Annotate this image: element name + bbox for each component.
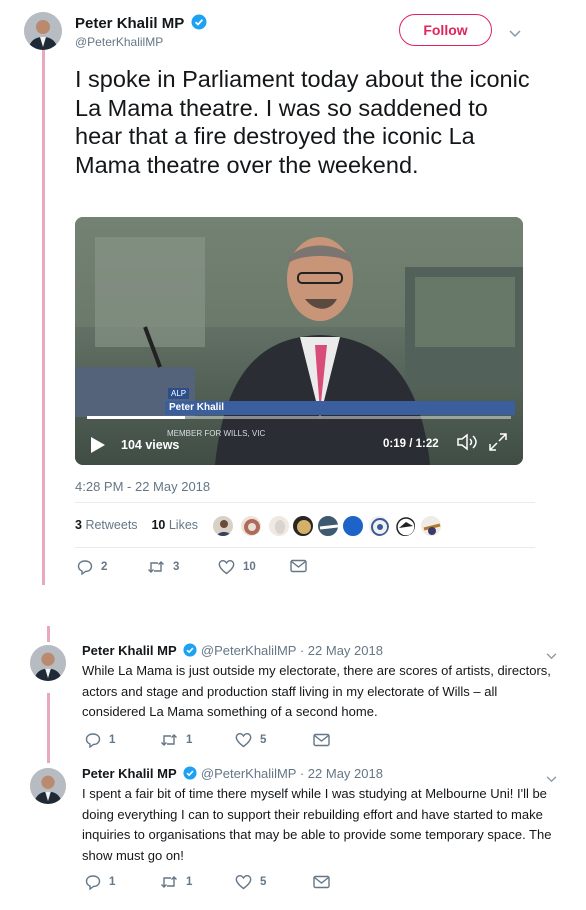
lower-third-title: MEMBER FOR WILLS, VIC xyxy=(167,429,266,438)
liker-avatar[interactable] xyxy=(212,515,234,537)
envelope-icon xyxy=(313,875,330,889)
likes-stat[interactable]: 10 Likes xyxy=(151,518,198,532)
like-button[interactable]: 5 xyxy=(235,874,266,890)
reply-header: Peter Khalil MP @PeterKhalilMP · 22 May … xyxy=(82,766,383,783)
reply-count: 2 xyxy=(101,561,108,573)
envelope-icon xyxy=(290,559,307,573)
retweet-icon xyxy=(161,734,177,746)
message-button[interactable] xyxy=(290,559,315,573)
thread-line-replies-top xyxy=(47,626,50,642)
heart-icon xyxy=(235,732,252,748)
verified-badge-icon xyxy=(183,643,197,660)
video-player[interactable]: ALP Peter Khalil MEMBER FOR WILLS, VIC 1… xyxy=(75,217,523,465)
envelope-icon xyxy=(313,733,330,747)
divider xyxy=(75,547,535,548)
reply-button[interactable]: 1 xyxy=(85,874,115,890)
display-name[interactable]: Peter Khalil MP xyxy=(75,15,184,32)
liker-avatar[interactable] xyxy=(394,515,416,537)
video-time: 0:19 / 1:22 xyxy=(383,438,439,450)
reply-date[interactable]: · 22 May 2018 xyxy=(300,766,383,781)
verified-badge-icon xyxy=(183,766,197,783)
like-button[interactable]: 10 xyxy=(218,559,256,575)
retweet-count: 1 xyxy=(186,734,193,746)
liker-avatar[interactable] xyxy=(240,515,262,537)
progress-fill xyxy=(87,416,185,419)
like-button[interactable]: 5 xyxy=(235,732,266,748)
retweet-button[interactable]: 1 xyxy=(160,874,192,890)
reply-count: 1 xyxy=(109,876,116,888)
like-count: 5 xyxy=(260,734,267,746)
retweets-count: 3 xyxy=(75,518,82,532)
avatar[interactable] xyxy=(30,645,66,681)
view-count: 104 views xyxy=(121,438,180,452)
handle[interactable]: @PeterKhalilMP xyxy=(75,35,163,49)
message-button[interactable] xyxy=(313,875,338,889)
fullscreen-icon[interactable] xyxy=(489,433,507,456)
reply-text: While La Mama is just outside my elector… xyxy=(82,663,551,719)
verified-badge-icon xyxy=(191,14,207,34)
like-count: 5 xyxy=(260,876,267,888)
display-name[interactable]: Peter Khalil MP xyxy=(82,766,177,781)
heart-icon xyxy=(218,559,235,575)
liker-avatar[interactable] xyxy=(268,515,290,537)
progress-track[interactable] xyxy=(87,416,511,419)
reply-count: 1 xyxy=(109,734,116,746)
engagement-stats: 3 Retweets 10 Likes xyxy=(75,518,198,532)
handle[interactable]: @PeterKhalilMP xyxy=(201,766,296,781)
liker-avatar[interactable] xyxy=(368,515,390,537)
lower-third-tag: ALP xyxy=(168,388,190,399)
like-count: 10 xyxy=(243,561,256,573)
reply-icon xyxy=(77,560,93,575)
likes-count: 10 xyxy=(151,518,166,532)
reply-text: I spent a fair bit of time there myself … xyxy=(82,786,552,863)
video-frame xyxy=(75,217,523,465)
retweet-icon xyxy=(148,561,164,573)
retweet-icon xyxy=(161,876,177,888)
liker-avatar[interactable] xyxy=(342,515,364,537)
reply-icon xyxy=(85,733,101,748)
lower-third-name: Peter Khalil xyxy=(165,401,515,415)
divider xyxy=(75,502,535,503)
main-author: Peter Khalil MP xyxy=(75,14,207,34)
tweet-timestamp[interactable]: 4:28 PM - 22 May 2018 xyxy=(75,479,210,494)
reply-button[interactable]: 1 xyxy=(85,732,115,748)
heart-icon xyxy=(235,874,252,890)
reply-icon xyxy=(85,875,101,890)
tweet-text: I spoke in Parliament today about the ic… xyxy=(75,66,530,178)
volume-icon[interactable] xyxy=(456,433,478,456)
reply-header: Peter Khalil MP @PeterKhalilMP · 22 May … xyxy=(82,643,383,660)
liker-avatar[interactable] xyxy=(292,515,314,537)
display-name[interactable]: Peter Khalil MP xyxy=(82,643,177,658)
chevron-down-icon[interactable] xyxy=(509,25,521,43)
liker-avatar[interactable] xyxy=(317,515,339,537)
follow-button[interactable]: Follow xyxy=(399,14,492,46)
reply-button[interactable]: 2 xyxy=(77,559,107,575)
retweet-count: 3 xyxy=(173,561,180,573)
retweet-button[interactable]: 3 xyxy=(147,559,179,575)
avatar[interactable] xyxy=(30,768,66,804)
play-icon[interactable] xyxy=(91,437,105,458)
retweet-count: 1 xyxy=(186,876,193,888)
thread-line-main xyxy=(42,50,45,585)
likes-label: Likes xyxy=(168,518,199,532)
retweets-label: Retweets xyxy=(85,518,138,532)
retweets-stat[interactable]: 3 Retweets xyxy=(75,518,138,532)
handle[interactable]: @PeterKhalilMP xyxy=(201,643,296,658)
thread-line-replies xyxy=(47,693,50,763)
reply-date[interactable]: · 22 May 2018 xyxy=(300,643,383,658)
liker-avatar[interactable] xyxy=(420,515,442,537)
retweet-button[interactable]: 1 xyxy=(160,732,192,748)
avatar[interactable] xyxy=(24,12,62,50)
message-button[interactable] xyxy=(313,733,338,747)
